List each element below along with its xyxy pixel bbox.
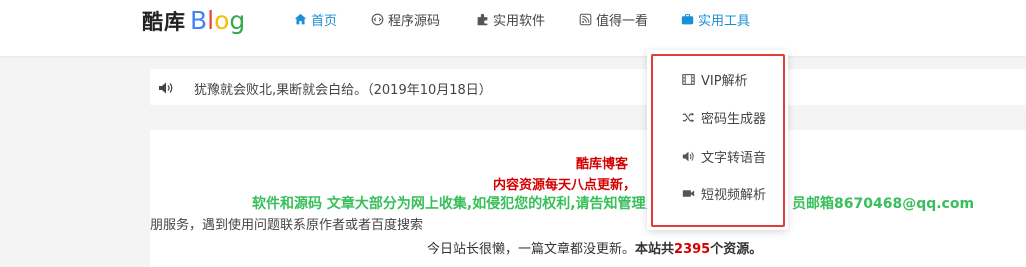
- nav-worth-reading-label: 值得一看: [596, 13, 649, 29]
- content-title: 酷库博客: [576, 157, 629, 172]
- source-notice: 软件和源码 文章大部分为网上收集,如侵犯您的权利,请告知管理员: [252, 196, 660, 212]
- notice-bar: 犹豫就会败北,果断就会白给。（2019年10月18日）: [150, 69, 1026, 105]
- code-icon: [370, 12, 384, 26]
- menu-item-label: 短视频解析: [701, 187, 767, 203]
- site-stats: 今日站长很懒，一篇文章都没更新。本站共2395个资源。: [427, 238, 762, 257]
- briefcase-icon: [680, 12, 694, 26]
- logo-en: Blog: [190, 6, 246, 35]
- volume-icon: [681, 149, 695, 163]
- nav-tools[interactable]: 实用工具: [680, 10, 751, 29]
- menu-item-label: 文字转语音: [701, 150, 767, 166]
- tools-dropdown-menu: VIP解析 密码生成器 文字转语音 短视频解析: [647, 50, 788, 230]
- nav-worth-reading[interactable]: 值得一看: [578, 10, 649, 29]
- menu-item-text-to-speech[interactable]: 文字转语音: [647, 141, 788, 171]
- stats-count: 2395: [674, 242, 711, 257]
- menu-item-short-video-parse[interactable]: 短视频解析: [647, 178, 788, 208]
- film-icon: [681, 72, 695, 86]
- nav-home-label: 首页: [311, 13, 338, 29]
- shuffle-icon: [681, 110, 695, 124]
- menu-item-password-generator[interactable]: 密码生成器: [647, 102, 788, 132]
- notice-text: 犹豫就会败北,果断就会白给。（2019年10月18日）: [194, 83, 492, 98]
- logo-cn: 酷库: [142, 9, 186, 34]
- puzzle-icon: [475, 12, 489, 26]
- service-notice: 朋服务，遇到使用问题联系原作者或者百度搜索: [150, 218, 424, 233]
- speaker-icon: [158, 80, 174, 94]
- site-header: 酷库 Blog 首页 程序源码 实用软件 值得一看 实用工具: [0, 0, 1026, 56]
- nav-software[interactable]: 实用软件: [475, 10, 546, 29]
- nav-source-code-label: 程序源码: [388, 13, 441, 29]
- update-notice: 内容资源每天八点更新，: [493, 178, 637, 193]
- stats-prefix: 今日站长很懒，一篇文章都没更新。: [427, 242, 636, 257]
- video-camera-icon: [681, 186, 695, 200]
- home-icon: [293, 12, 307, 26]
- menu-item-label: VIP解析: [701, 73, 748, 89]
- contact-email: 员邮箱8670468@qq.com: [792, 196, 975, 212]
- menu-item-vip-parse[interactable]: VIP解析: [647, 64, 788, 94]
- stats-site-label: 本站共: [635, 242, 675, 257]
- menu-item-label: 密码生成器: [701, 111, 767, 127]
- stats-suffix: 个资源。: [710, 242, 763, 257]
- nav-source-code[interactable]: 程序源码: [370, 10, 441, 29]
- nav-software-label: 实用软件: [493, 13, 546, 29]
- site-logo[interactable]: 酷库 Blog: [142, 6, 245, 42]
- rss-icon: [578, 12, 592, 26]
- nav-home[interactable]: 首页: [293, 10, 338, 29]
- nav-tools-label: 实用工具: [698, 13, 751, 29]
